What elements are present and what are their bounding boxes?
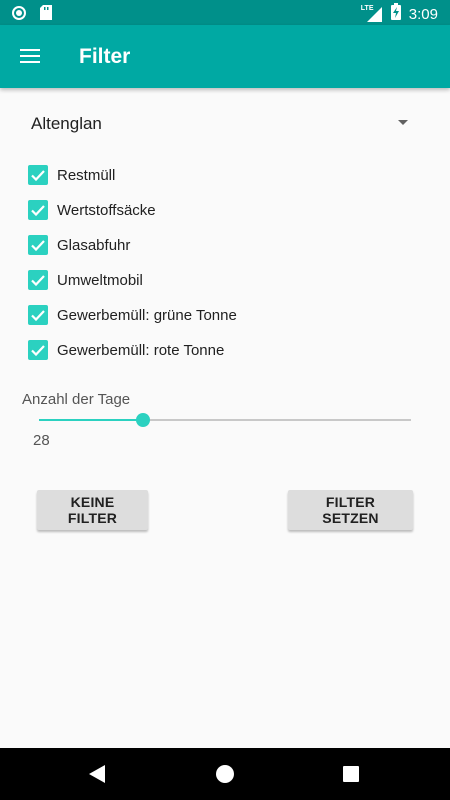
checkbox-checked-icon — [28, 165, 48, 185]
days-slider[interactable] — [39, 410, 411, 430]
filter-checkbox-gewerbemuell-rot[interactable]: Gewerbemüll: rote Tonne — [28, 338, 224, 362]
checkbox-checked-icon — [28, 270, 48, 290]
navigation-bar — [0, 748, 450, 800]
location-spinner[interactable]: Altenglan — [20, 104, 420, 144]
checkbox-label: Gewerbemüll: grüne Tonne — [57, 306, 237, 324]
checkbox-label: Umweltmobil — [57, 271, 143, 289]
filter-checkbox-wertstoffsaecke[interactable]: Wertstoffsäcke — [28, 198, 156, 222]
spinner-selected-value: Altenglan — [31, 114, 102, 133]
no-filter-button[interactable]: KEINE FILTER — [37, 490, 148, 530]
slider-thumb[interactable] — [136, 413, 151, 427]
home-icon[interactable] — [216, 765, 234, 783]
filter-checkbox-gewerbemuell-gruen[interactable]: Gewerbemüll: grüne Tonne — [28, 303, 237, 327]
checkbox-label: Restmüll — [57, 166, 116, 184]
set-filter-button[interactable]: FILTER SETZEN — [288, 490, 413, 530]
slider-fill — [39, 419, 144, 421]
app-bar: Filter — [0, 25, 450, 88]
filter-checkbox-restmuell[interactable]: Restmüll — [28, 163, 115, 187]
slider-value: 28 — [33, 432, 50, 449]
status-bar: LTE 3:09 — [0, 0, 450, 25]
checkbox-label: Glasabfuhr — [57, 236, 131, 254]
checkbox-label: Gewerbemüll: rote Tonne — [57, 341, 225, 359]
menu-icon[interactable] — [20, 46, 42, 66]
checkbox-checked-icon — [28, 235, 48, 255]
recent-apps-icon[interactable] — [343, 766, 359, 782]
record-icon — [12, 5, 26, 25]
checkbox-label: Wertstoffsäcke — [57, 201, 156, 219]
filter-checkbox-umweltmobil[interactable]: Umweltmobil — [28, 268, 143, 292]
checkbox-checked-icon — [28, 305, 48, 325]
checkbox-checked-icon — [28, 200, 48, 220]
page-title: Filter — [79, 45, 131, 68]
back-icon[interactable] — [89, 765, 105, 788]
status-time: 3:09 — [408, 5, 438, 23]
dropdown-arrow-icon — [398, 120, 408, 125]
battery-charging-icon — [390, 3, 401, 25]
signal-icon: LTE — [361, 5, 383, 23]
filter-checkbox-glasabfuhr[interactable]: Glasabfuhr — [28, 233, 130, 257]
sd-card-icon — [40, 5, 52, 25]
slider-label: Anzahl der Tage — [22, 391, 131, 408]
checkbox-checked-icon — [28, 340, 48, 360]
